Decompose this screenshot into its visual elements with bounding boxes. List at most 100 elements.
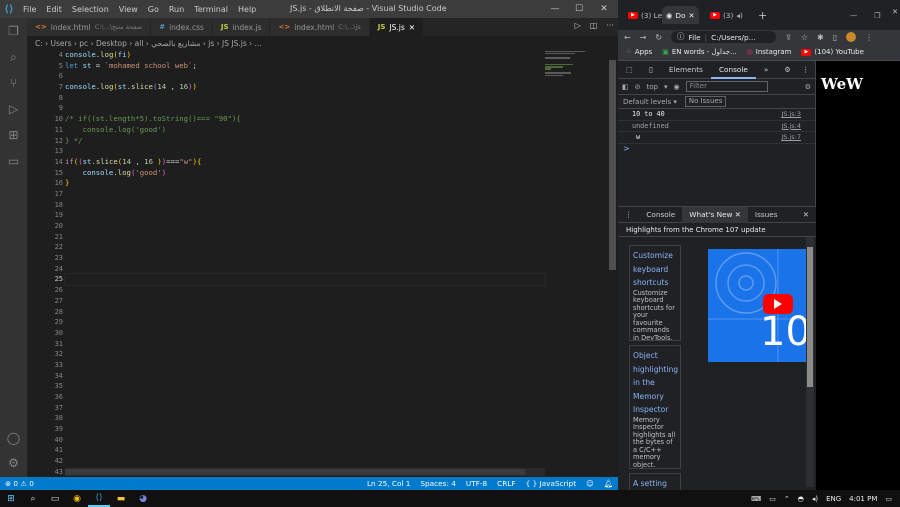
device-toolbar-icon[interactable]: ▯	[641, 61, 661, 79]
indentation[interactable]: Spaces: 4	[415, 479, 460, 488]
minimap[interactable]	[545, 50, 608, 477]
tab-console[interactable]: Console	[710, 61, 756, 79]
console-filter-input[interactable]: Filter	[685, 81, 768, 92]
code-line[interactable]	[65, 189, 545, 200]
console-prompt[interactable]: >	[618, 144, 815, 154]
vscode-app-icon[interactable]: ⟨⟩	[88, 490, 110, 507]
code-editor[interactable]: 4 5 6 7 8 9 10 11 12 13 14 15 16 17 18 19 20 21 22 23 24 25 26…	[27, 50, 618, 477]
editor-tab[interactable]: # index.css	[151, 18, 213, 36]
menu-run[interactable]: Run	[164, 5, 189, 14]
reload-icon[interactable]: ↻	[655, 33, 662, 42]
extensions-icon[interactable]: ⊞	[0, 122, 27, 148]
code-line[interactable]	[65, 242, 545, 253]
more-options-icon[interactable]: ⋮	[799, 61, 812, 79]
menu-selection[interactable]: Selection	[67, 5, 114, 14]
editor-tab[interactable]: JS JS.js ✕	[369, 18, 425, 36]
more-actions-icon[interactable]: ···	[606, 21, 614, 30]
feature-card[interactable]: Object highlighting in the Memory Inspec…	[629, 345, 681, 469]
bookmark-instagram[interactable]: ◎ Instagram	[747, 48, 792, 56]
card-title[interactable]: Customize keyboard shortcuts	[633, 249, 677, 290]
more-tabs-icon[interactable]: »	[756, 61, 776, 79]
editor-tab[interactable]: <> index.html C:\...\js	[270, 18, 370, 36]
search-icon[interactable]: ⌕	[22, 490, 44, 507]
restore-icon[interactable]: ❐	[870, 6, 885, 24]
bookmark-star-icon[interactable]: ☆	[801, 33, 808, 42]
notification-center-icon[interactable]: ▭	[885, 495, 892, 503]
drawer-scrollbar[interactable]	[806, 237, 814, 487]
encoding[interactable]: UTF-8	[461, 479, 492, 488]
context-selector[interactable]: top	[647, 83, 658, 91]
breadcrumb[interactable]: C: › Users › pc › Desktop › all › مشاريع…	[27, 36, 618, 50]
code-line[interactable]: console.log(st.slice(14 , 16))	[65, 82, 545, 93]
share-icon[interactable]: ⇪	[785, 33, 792, 42]
code-line[interactable]: } */	[65, 136, 545, 147]
code-line-current[interactable]	[64, 273, 546, 287]
settings-gear-icon[interactable]: ⚙	[776, 61, 799, 79]
drawer-tab-whats-new[interactable]: What's New ✕	[682, 206, 748, 223]
address-bar[interactable]: ⓘ File | C:/Users/p...	[671, 31, 777, 43]
play-icon[interactable]	[763, 294, 793, 314]
inspect-icon[interactable]: ⬚	[618, 61, 641, 79]
menu-go[interactable]: Go	[143, 5, 164, 14]
code-line[interactable]	[65, 264, 545, 275]
menu-icon[interactable]: ⋮	[865, 33, 873, 42]
drawer-menu-icon[interactable]: ⋮	[618, 207, 639, 223]
scroll-thumb[interactable]	[807, 247, 813, 387]
issues-button[interactable]: No Issues	[684, 96, 727, 107]
close-icon[interactable]: ✕	[592, 0, 616, 18]
accounts-icon[interactable]: ◯	[0, 425, 27, 451]
horizontal-scrollbar[interactable]	[65, 468, 545, 476]
tray-chevron-icon[interactable]: ⌃	[784, 495, 790, 503]
code-line[interactable]: if((st.slice(14 , 16 ))==="w"){	[65, 157, 545, 168]
scroll-thumb[interactable]	[609, 60, 616, 270]
editor-tab[interactable]: <> index.html C:\...\صفحة منتج	[27, 18, 152, 36]
source-control-icon[interactable]: ⑂	[0, 70, 27, 96]
language-mode[interactable]: { } JavaScript	[521, 479, 582, 488]
source-link[interactable]: JS.js:7	[781, 133, 801, 141]
code-line[interactable]	[65, 71, 545, 82]
menu-file[interactable]: File	[18, 5, 41, 14]
extensions-icon[interactable]: ✱	[817, 33, 824, 42]
source-link[interactable]: JS.js:4	[781, 122, 801, 130]
remote-explorer-icon[interactable]: ▭	[0, 148, 27, 174]
maximize-icon[interactable]: ☐	[567, 0, 591, 18]
chrome-app-icon[interactable]: ◉	[66, 490, 88, 507]
bookmark-apps[interactable]: ⁘ Apps	[626, 48, 652, 56]
forward-icon[interactable]: →	[640, 33, 647, 42]
sidebar-toggle-icon[interactable]: ◧	[622, 83, 629, 91]
volume-icon[interactable]: ◂)	[812, 495, 818, 503]
battery-icon[interactable]: ▭	[769, 495, 776, 503]
code-line[interactable]: console.log('good')	[65, 125, 545, 136]
feedback-icon[interactable]: ☺	[581, 479, 599, 488]
problems-indicator[interactable]: ⊗ 0 ⚠ 0	[0, 479, 39, 488]
close-window-icon[interactable]: ✕	[888, 2, 900, 20]
code-line[interactable]	[65, 93, 545, 104]
manage-gear-icon[interactable]: ⚙	[0, 450, 27, 476]
close-tab-icon[interactable]: ✕	[409, 23, 415, 32]
log-levels-dropdown[interactable]: Default levels ▾	[623, 98, 677, 106]
tab-elements[interactable]: Elements	[661, 61, 711, 79]
menu-help[interactable]: Help	[233, 5, 261, 14]
scroll-thumb[interactable]	[65, 469, 525, 475]
source-link[interactable]: JS.js:3	[781, 110, 801, 118]
browser-tab[interactable]: ▶ (3) ◂)	[706, 6, 747, 24]
explorer-icon[interactable]: ❐	[0, 18, 27, 44]
card-title[interactable]: Object highlighting in the Memory Inspec…	[633, 349, 678, 417]
new-tab-button[interactable]: +	[754, 6, 771, 24]
end-of-line[interactable]: CRLF	[492, 479, 520, 488]
bookmark-en-words[interactable]: ▣ EN words - جداول...	[662, 48, 736, 56]
code-line[interactable]: /* if((st.length*5).toString()=== "90"){	[65, 114, 545, 125]
code-line[interactable]	[65, 103, 545, 114]
notifications-icon[interactable]: 🔔︎	[599, 479, 618, 488]
browser-tab[interactable]: ▶ (3) Le	[624, 6, 666, 24]
chevron-down-icon[interactable]: ▾	[664, 83, 668, 91]
minimize-icon[interactable]: —	[846, 6, 861, 24]
network-icon[interactable]: ◓	[798, 495, 804, 503]
vertical-scrollbar[interactable]	[608, 50, 617, 477]
eye-icon[interactable]: ◉	[674, 83, 680, 91]
drawer-tab-console[interactable]: Console	[639, 207, 682, 223]
video-thumbnail[interactable]: 10	[708, 249, 806, 362]
discord-icon[interactable]: ◕	[132, 490, 154, 507]
code-line[interactable]	[65, 221, 545, 232]
close-drawer-icon[interactable]: ✕	[796, 207, 816, 223]
